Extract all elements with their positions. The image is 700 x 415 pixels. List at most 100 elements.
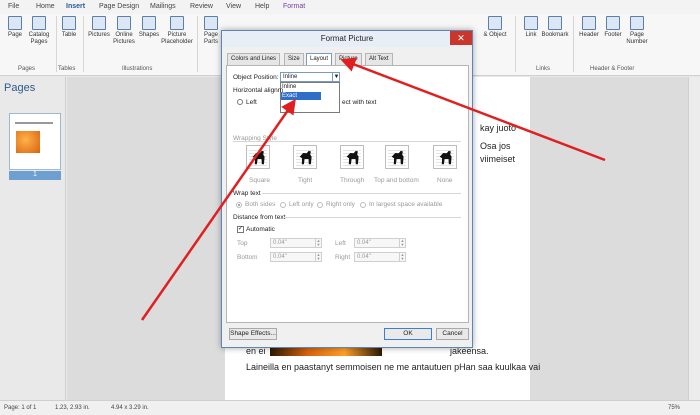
- footer-button[interactable]: Footer: [600, 16, 626, 39]
- doc-text: kay juoto: [480, 123, 517, 133]
- spinner-arrows-icon[interactable]: ▲ ▼: [315, 239, 321, 247]
- object-button[interactable]: & Object: [480, 16, 510, 39]
- object-icon: [488, 16, 502, 30]
- status-position: 1.23, 2.93 in.: [55, 405, 90, 411]
- picture-placeholder-label: Picture Placeholder: [161, 32, 193, 45]
- chevron-down-icon[interactable]: ▼: [332, 72, 340, 82]
- pictures-label: Pictures: [88, 32, 110, 38]
- status-zoom[interactable]: 75%: [668, 405, 680, 411]
- tab-help[interactable]: Help: [255, 3, 269, 10]
- wrap-tight-label: Tight: [298, 177, 313, 184]
- object-position-select[interactable]: Inline: [280, 72, 340, 82]
- page-number-icon: [630, 16, 644, 30]
- bottom-value: 0.04": [273, 254, 287, 260]
- section-divider: [233, 141, 461, 142]
- right-distance-label: Right: [335, 254, 351, 261]
- object-label: & Object: [483, 32, 507, 38]
- tab-insert[interactable]: Insert: [66, 3, 85, 10]
- bookmark-button[interactable]: Bookmark: [540, 16, 570, 39]
- online-pictures-button[interactable]: Online Pictures: [112, 16, 136, 46]
- header-label: Header: [579, 32, 599, 38]
- tab-file[interactable]: File: [8, 3, 19, 10]
- spinner-arrows-icon[interactable]: ▲ ▼: [399, 239, 405, 247]
- wrap-through-option[interactable]: [340, 145, 364, 169]
- wrap-square-label: Square: [249, 177, 270, 184]
- ribbon-separator: [83, 16, 84, 72]
- pictures-icon: [92, 16, 106, 30]
- picture-placeholder-button[interactable]: Picture Placeholder: [160, 16, 194, 46]
- tab-view[interactable]: View: [226, 3, 241, 10]
- wrap-through-label: Through: [340, 177, 365, 184]
- doc-text: viimeiset: [480, 154, 516, 164]
- link-label: Link: [525, 32, 537, 38]
- cancel-button[interactable]: Cancel: [436, 328, 469, 340]
- left-value: 0.04": [357, 240, 371, 246]
- table-icon: [62, 16, 76, 30]
- pictures-button[interactable]: Pictures: [86, 16, 112, 39]
- wrap-tight-option[interactable]: [293, 145, 317, 169]
- online-pictures-label: Online Pictures: [113, 32, 135, 45]
- left-radio-label: Left: [246, 99, 257, 106]
- picture-placeholder-icon: [170, 16, 184, 30]
- tab-review[interactable]: Review: [190, 3, 213, 10]
- tab-size[interactable]: Size: [284, 53, 304, 65]
- dialog-close-button[interactable]: ✕: [450, 31, 472, 45]
- doc-text: Laineilla en paastanyt semmoisen ne me a…: [246, 362, 541, 372]
- ribbon-separator: [573, 16, 574, 72]
- automatic-checkbox[interactable]: ✓: [237, 226, 244, 233]
- wrap-top-bottom-option[interactable]: [385, 145, 409, 169]
- group-links-label: Links: [536, 66, 551, 72]
- option-inline[interactable]: Inline: [282, 84, 296, 90]
- option-exact[interactable]: Exact: [281, 92, 321, 100]
- bottom-distance-spinner[interactable]: 0.04" ▲ ▼: [270, 252, 322, 262]
- group-tables-label: Tables: [58, 66, 76, 72]
- tab-home[interactable]: Home: [36, 3, 55, 10]
- left-distance-spinner[interactable]: 0.04" ▲ ▼: [354, 238, 406, 248]
- thumbnail-text-line: [15, 122, 53, 124]
- shapes-button[interactable]: Shapes: [136, 16, 162, 39]
- section-divider: [284, 217, 461, 218]
- wrap-none-option[interactable]: [433, 145, 457, 169]
- horizontal-alignment-label: Horizontal alignm: [233, 87, 284, 94]
- left-radio[interactable]: [237, 99, 243, 105]
- pages-pane-title: Pages: [4, 82, 36, 94]
- link-icon: [524, 16, 538, 30]
- right-only-radio[interactable]: [317, 202, 323, 208]
- right-value: 0.04": [357, 254, 371, 260]
- tab-mailings[interactable]: Mailings: [150, 3, 176, 10]
- footer-label: Footer: [604, 32, 622, 38]
- page-parts-icon: [204, 16, 218, 30]
- footer-icon: [606, 16, 620, 30]
- left-only-radio[interactable]: [280, 202, 286, 208]
- header-button[interactable]: Header: [576, 16, 602, 39]
- header-icon: [582, 16, 596, 30]
- spinner-arrows-icon[interactable]: ▲ ▼: [399, 253, 405, 261]
- wrap-top-bottom-label: Top and bottom: [374, 177, 419, 184]
- move-with-text-label: ect with text: [342, 99, 377, 106]
- shape-effects-button[interactable]: Shape Effects...: [229, 328, 277, 340]
- largest-space-radio[interactable]: [360, 202, 366, 208]
- tab-alt-text[interactable]: Alt Text: [365, 53, 393, 65]
- tab-colors-and-lines[interactable]: Colors and Lines: [227, 53, 281, 65]
- wrap-square-option[interactable]: [246, 145, 270, 169]
- spinner-arrows-icon[interactable]: ▲ ▼: [315, 253, 321, 261]
- ok-button[interactable]: OK: [384, 328, 432, 340]
- tab-layout[interactable]: Layout: [306, 53, 333, 65]
- both-sides-radio[interactable]: [236, 202, 242, 208]
- top-distance-spinner[interactable]: 0.04" ▲ ▼: [270, 238, 322, 248]
- right-only-label: Right only: [326, 201, 355, 208]
- wrap-none-label: None: [437, 177, 453, 184]
- tab-page-design[interactable]: Page Design: [99, 3, 139, 10]
- catalog-pages-button[interactable]: Catalog Pages: [24, 16, 54, 46]
- tab-picture[interactable]: Picture: [335, 53, 362, 65]
- ribbon-tab-bar: File Home Insert Page Design Mailings Re…: [0, 0, 700, 14]
- right-distance-spinner[interactable]: 0.04" ▲ ▼: [354, 252, 406, 262]
- status-page: Page: 1 of 1: [4, 405, 37, 411]
- thumbnail-page-number: 1: [33, 171, 37, 178]
- ribbon-separator: [515, 16, 516, 72]
- tab-format[interactable]: Format: [283, 3, 305, 10]
- top-value: 0.04": [273, 240, 287, 246]
- page-number-button[interactable]: Page Number: [624, 16, 650, 46]
- vertical-scrollbar[interactable]: [688, 77, 700, 400]
- table-button[interactable]: Table: [56, 16, 82, 39]
